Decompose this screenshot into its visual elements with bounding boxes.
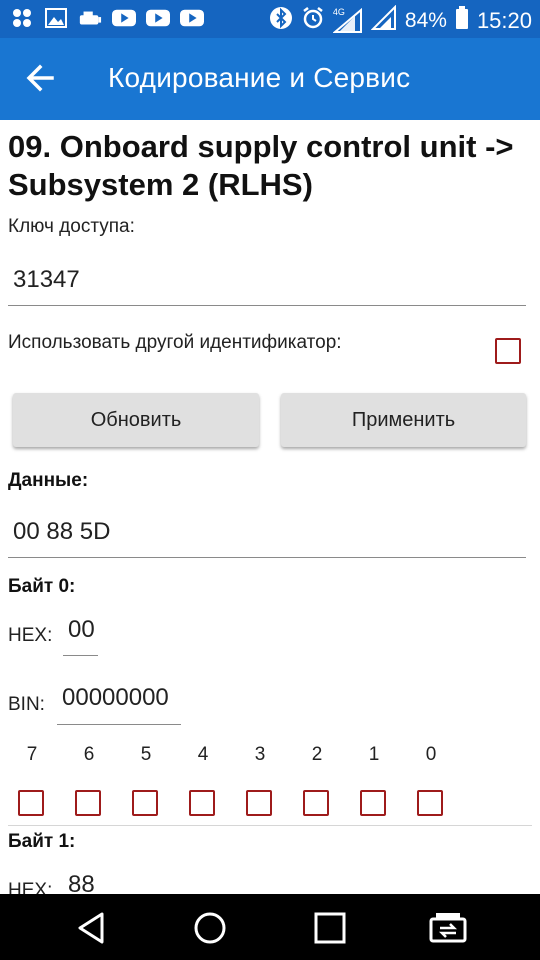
- app-bar-title: Кодирование и Сервис: [108, 62, 411, 93]
- divider: [8, 825, 532, 826]
- bit-0-label: 0: [425, 744, 437, 765]
- battery-icon: [455, 6, 469, 36]
- bit-6-checkbox[interactable]: [75, 790, 101, 816]
- byte-0-hex-field[interactable]: 00: [63, 616, 98, 656]
- signal-icon: [370, 4, 397, 37]
- nav-switch-button[interactable]: [428, 908, 468, 948]
- byte-0-label: Байт 0:: [8, 576, 76, 597]
- app-bar: Кодирование и Сервис: [0, 38, 540, 120]
- bit-5-label: 5: [140, 744, 152, 765]
- alarm-icon: [301, 6, 325, 36]
- arrow-back-icon: [26, 64, 54, 92]
- bit-5-checkbox[interactable]: [132, 790, 158, 816]
- nav-home-button[interactable]: [190, 908, 230, 948]
- bit-6-label: 6: [83, 744, 95, 765]
- signal-icon: 4G: [332, 7, 363, 34]
- page-title: 09. Onboard supply control unit -> Subsy…: [8, 129, 514, 202]
- byte-1-label: Байт 1:: [8, 831, 76, 852]
- nav-recents-button[interactable]: [310, 908, 350, 948]
- youtube-icon: [146, 7, 170, 29]
- bit-7-label: 7: [26, 744, 38, 765]
- apps-icon: [10, 7, 34, 29]
- data-label: Данные:: [8, 470, 89, 491]
- byte-1-hex-field[interactable]: 88: [63, 871, 98, 894]
- apply-button[interactable]: Применить: [281, 393, 526, 447]
- car-icon: [78, 7, 102, 29]
- access-key-label: Ключ доступа:: [8, 216, 135, 237]
- nav-back-button[interactable]: [72, 908, 112, 948]
- circle-home-icon: [194, 912, 226, 944]
- battery-percent: 84%: [404, 9, 447, 32]
- bit-3-checkbox[interactable]: [246, 790, 272, 816]
- bit-4-checkbox[interactable]: [189, 790, 215, 816]
- byte-0-bin-label: BIN:: [8, 694, 45, 715]
- status-bar: 4G 84% 15:20: [0, 0, 540, 38]
- square-recents-icon: [314, 912, 346, 944]
- triangle-back-icon: [78, 912, 104, 944]
- main-content[interactable]: 09. Onboard supply control unit -> Subsy…: [0, 120, 540, 894]
- byte-0-hex-label: HEX:: [8, 625, 53, 646]
- bit-2-label: 2: [311, 744, 323, 765]
- refresh-button[interactable]: Обновить: [13, 393, 259, 447]
- byte-1-hex-label: HEX:: [8, 880, 53, 894]
- access-key-field[interactable]: 31347: [8, 266, 526, 306]
- notification-icons: [10, 7, 204, 29]
- network-type: 4G: [332, 7, 345, 17]
- gallery-icon: [44, 7, 68, 29]
- data-field[interactable]: 00 88 5D: [8, 518, 526, 558]
- back-button[interactable]: [24, 58, 60, 98]
- other-id-label: Использовать другой идентификатор:: [8, 332, 342, 353]
- system-status: 4G 84% 15:20: [269, 4, 532, 37]
- bit-1-label: 1: [368, 744, 380, 765]
- bit-2-checkbox[interactable]: [303, 790, 329, 816]
- bit-7-checkbox[interactable]: [18, 790, 44, 816]
- bit-0-checkbox[interactable]: [417, 790, 443, 816]
- clock: 15:20: [476, 8, 532, 33]
- youtube-icon: [112, 7, 136, 29]
- byte-0-bin-field[interactable]: 00000000: [57, 684, 181, 725]
- other-id-checkbox[interactable]: [495, 338, 521, 364]
- bit-3-label: 3: [254, 744, 266, 765]
- bit-1-checkbox[interactable]: [360, 790, 386, 816]
- bit-4-label: 4: [197, 744, 209, 765]
- dual-window-icon: [429, 913, 467, 943]
- bluetooth-icon: [269, 6, 293, 36]
- youtube-icon: [180, 7, 204, 29]
- navigation-bar: [0, 894, 540, 960]
